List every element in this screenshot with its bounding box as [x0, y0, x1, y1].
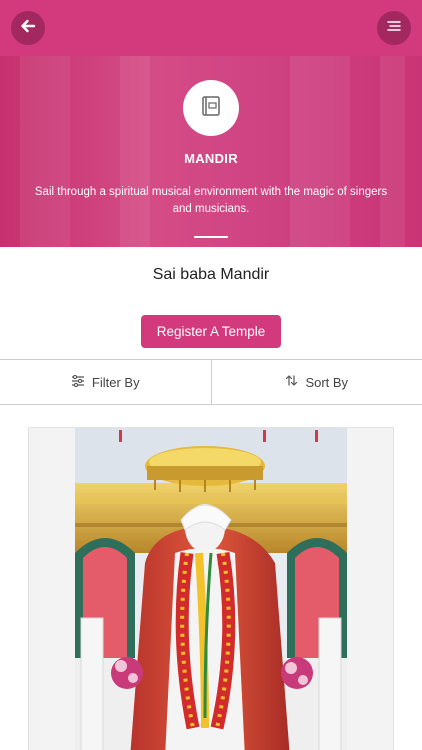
top-bar [0, 0, 422, 56]
temple-photo [75, 428, 347, 750]
filter-sliders-icon [71, 374, 85, 390]
hero-divider [194, 236, 228, 238]
sort-button[interactable]: Sort By [210, 360, 422, 404]
hero-banner: MANDIR Sail through a spiritual musical … [0, 56, 422, 247]
book-icon [200, 95, 222, 122]
back-button[interactable] [11, 11, 45, 45]
sort-label: Sort By [305, 374, 349, 390]
menu-button[interactable] [377, 11, 411, 45]
sort-arrows-icon [285, 374, 298, 390]
menu-lines-icon [386, 19, 402, 38]
temple-card[interactable] [28, 427, 394, 750]
filter-button[interactable]: Filter By [0, 360, 211, 404]
arrow-left-icon [19, 17, 37, 40]
page-title: Sai baba Mandir [152, 266, 270, 283]
hero-description: Sail through a spiritual musical environ… [34, 186, 388, 215]
mandir-category-icon [183, 80, 239, 136]
filter-sort-bar: Filter By Sort By [0, 359, 422, 405]
filter-label: Filter By [91, 374, 140, 390]
register-temple-button[interactable]: Register A Temple [141, 315, 281, 348]
hero-title: MANDIR [184, 151, 238, 166]
